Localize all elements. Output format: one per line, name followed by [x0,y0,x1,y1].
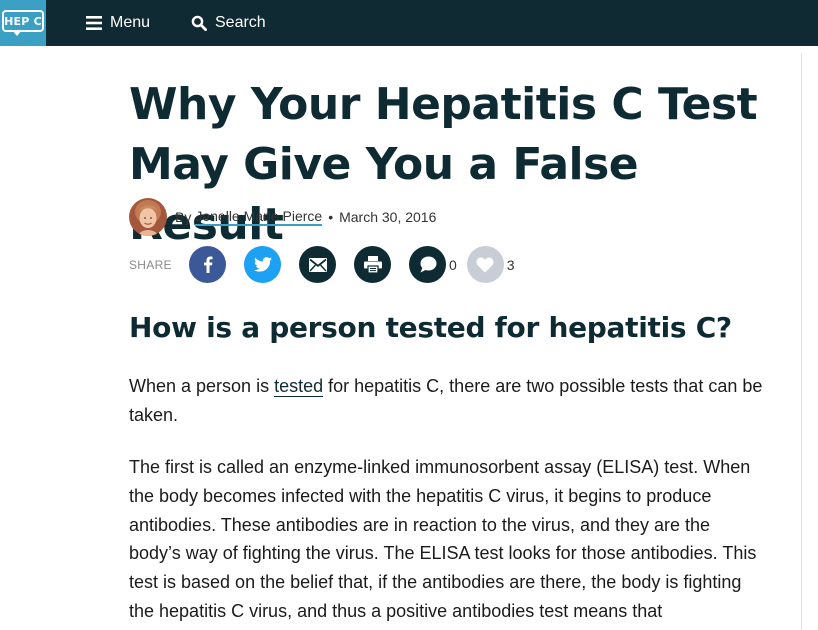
heart-icon [476,257,494,272]
menu-button[interactable]: Menu [86,0,150,46]
facebook-share-button[interactable] [189,246,226,283]
article-paragraph-1: When a person is tested for hepatitis C,… [129,372,765,430]
email-share-button[interactable] [299,246,336,283]
logo-text: HEP C [4,14,42,28]
section-heading: How is a person tested for hepatitis C? [129,311,732,344]
byline-separator: • [328,209,334,225]
search-label: Search [215,14,266,31]
twitter-share-button[interactable] [244,246,281,283]
email-icon [308,257,327,272]
search-button[interactable]: Search [191,0,266,46]
author-avatar[interactable] [129,198,167,236]
facebook-icon [203,256,212,273]
tested-link[interactable]: tested [274,376,324,397]
share-bar: SHARE 0 3 [129,246,525,283]
byline-by: By [175,209,192,225]
speech-bubble-icon: HEP C [2,10,44,36]
sidebar-divider [801,54,802,630]
share-label: SHARE [129,257,172,272]
menu-label: Menu [110,14,151,31]
hamburger-icon [86,16,102,30]
para1-text-before: When a person is [129,376,275,396]
comment-icon [420,256,436,273]
byline: By Jenelle Marie Pierce • March 30, 2016 [129,198,436,236]
comment-count: 0 [449,256,457,273]
print-button[interactable] [354,246,391,283]
search-icon [191,15,207,31]
twitter-icon [253,257,272,272]
publish-date: March 30, 2016 [339,209,437,225]
article-paragraph-2: The first is called an enzyme-linked imm… [129,457,757,621]
site-logo[interactable]: HEP C [0,0,46,46]
like-count: 3 [506,256,515,273]
comment-button[interactable] [409,246,446,283]
print-icon [363,256,382,273]
author-link[interactable]: Jenelle Marie Pierce [195,208,323,226]
top-nav-bar: HEP C Menu Search [0,0,818,46]
like-button[interactable] [466,246,504,283]
